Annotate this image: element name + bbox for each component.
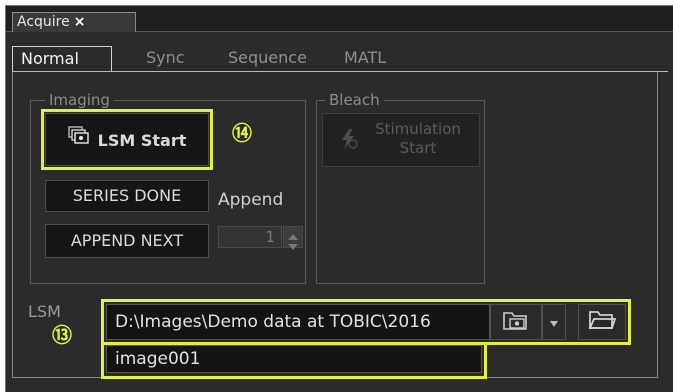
window-titlebar: Acquire × bbox=[6, 6, 673, 32]
lsm-filename-field[interactable]: image001 bbox=[106, 345, 482, 373]
browse-folder-button[interactable] bbox=[578, 304, 626, 340]
stimulation-icon bbox=[339, 128, 359, 154]
tab-acquire-label: Acquire bbox=[17, 14, 70, 30]
callout-13: ⑬ bbox=[52, 323, 72, 347]
path-dropdown-button[interactable] bbox=[542, 304, 566, 340]
append-next-button[interactable]: APPEND NEXT bbox=[45, 224, 209, 258]
append-number-input[interactable]: 1 bbox=[218, 226, 282, 248]
series-done-label: SERIES DONE bbox=[72, 186, 182, 205]
dropdown-arrow-icon bbox=[549, 313, 559, 332]
append-spinner bbox=[283, 226, 303, 250]
lsm-start-icon bbox=[67, 115, 90, 166]
tab-sync[interactable]: Sync bbox=[146, 46, 185, 72]
close-icon[interactable]: × bbox=[74, 14, 86, 30]
tab-normal-label: Normal bbox=[21, 49, 79, 68]
spin-down-icon[interactable] bbox=[284, 237, 302, 250]
tab-sequence-label: Sequence bbox=[228, 48, 307, 67]
bleach-legend: Bleach bbox=[325, 91, 384, 109]
image-folder-icon bbox=[502, 308, 530, 336]
callout-14: ⑭ bbox=[232, 121, 252, 145]
lsm-start-button[interactable]: LSM Start bbox=[45, 113, 209, 166]
image-folder-button[interactable] bbox=[490, 304, 542, 340]
lsm-path-field[interactable]: D:\Images\Demo data at TOBIC\2016 bbox=[106, 304, 490, 340]
folder-icon bbox=[588, 309, 617, 335]
stimulation-start-button[interactable]: Stimulation Start bbox=[322, 113, 480, 167]
append-label: Append bbox=[218, 190, 284, 210]
imaging-legend: Imaging bbox=[45, 91, 114, 109]
spin-up-icon[interactable] bbox=[284, 227, 302, 240]
lsm-label: LSM bbox=[28, 302, 61, 321]
lsm-start-label: LSM Start bbox=[97, 131, 187, 150]
tab-acquire[interactable]: Acquire × bbox=[12, 12, 136, 32]
tab-normal[interactable]: Normal bbox=[12, 46, 112, 72]
tab-sync-label: Sync bbox=[146, 48, 185, 67]
tab-matl[interactable]: MATL bbox=[344, 46, 386, 72]
stimulation-label-line1: Stimulation bbox=[375, 120, 461, 138]
tab-sequence[interactable]: Sequence bbox=[228, 46, 307, 72]
series-done-button[interactable]: SERIES DONE bbox=[45, 180, 209, 212]
stimulation-label-line2: Start bbox=[399, 139, 437, 157]
append-next-label: APPEND NEXT bbox=[70, 231, 184, 250]
tab-matl-label: MATL bbox=[344, 48, 387, 67]
